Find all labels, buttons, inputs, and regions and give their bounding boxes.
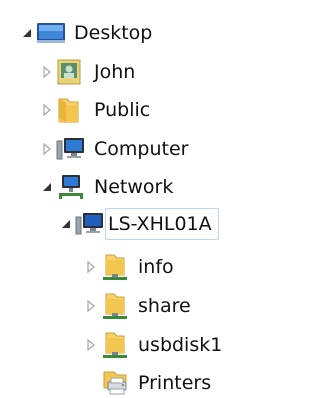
expanded-arrow-icon[interactable] xyxy=(38,170,56,204)
tree-item-label: info xyxy=(138,256,174,278)
collapsed-arrow-icon[interactable] xyxy=(38,93,56,127)
tree-item-john[interactable]: John xyxy=(38,55,139,89)
collapsed-arrow-icon[interactable] xyxy=(38,55,56,89)
server-icon xyxy=(75,207,109,241)
tree-item-label: John xyxy=(94,61,136,83)
tree-item-info[interactable]: info xyxy=(82,250,178,284)
tree-item-label: Desktop xyxy=(74,22,153,44)
share-folder-icon xyxy=(100,289,134,323)
tree-item-desktop[interactable]: Desktop xyxy=(18,16,156,50)
tree-item-network[interactable]: Network xyxy=(38,170,177,204)
computer-icon xyxy=(56,132,90,166)
expanded-arrow-icon[interactable] xyxy=(57,207,75,241)
tree-item-printers[interactable]: Printers xyxy=(82,366,215,398)
printers-icon xyxy=(100,366,134,398)
tree-item-label: Public xyxy=(94,99,151,121)
tree-item-label: LS-XHL01A xyxy=(105,208,219,240)
collapsed-arrow-icon[interactable] xyxy=(38,132,56,166)
share-folder-icon xyxy=(100,250,134,284)
tree-item-computer[interactable]: Computer xyxy=(38,132,192,166)
folder-icon xyxy=(56,93,90,127)
navigation-tree: Desktop John Public Computer Network LS-… xyxy=(0,0,336,398)
desktop-icon xyxy=(36,16,70,50)
tree-item-label: Network xyxy=(94,176,174,198)
tree-item-label: usbdisk1 xyxy=(138,334,223,356)
network-icon xyxy=(56,170,90,204)
collapsed-arrow-icon[interactable] xyxy=(82,289,100,323)
tree-item-label: share xyxy=(138,295,191,317)
collapsed-arrow-icon[interactable] xyxy=(82,328,100,362)
user-folder-icon xyxy=(56,55,90,89)
tree-item-public[interactable]: Public xyxy=(38,93,154,127)
expanded-arrow-icon[interactable] xyxy=(18,16,36,50)
no-toggle-spacer xyxy=(82,366,100,398)
tree-item-label: Computer xyxy=(94,138,189,160)
collapsed-arrow-icon[interactable] xyxy=(82,250,100,284)
share-folder-icon xyxy=(100,328,134,362)
tree-item-ls-xhl01a[interactable]: LS-XHL01A xyxy=(57,207,219,241)
tree-item-usbdisk1[interactable]: usbdisk1 xyxy=(82,328,226,362)
tree-item-share[interactable]: share xyxy=(82,289,195,323)
tree-item-label: Printers xyxy=(138,372,212,394)
